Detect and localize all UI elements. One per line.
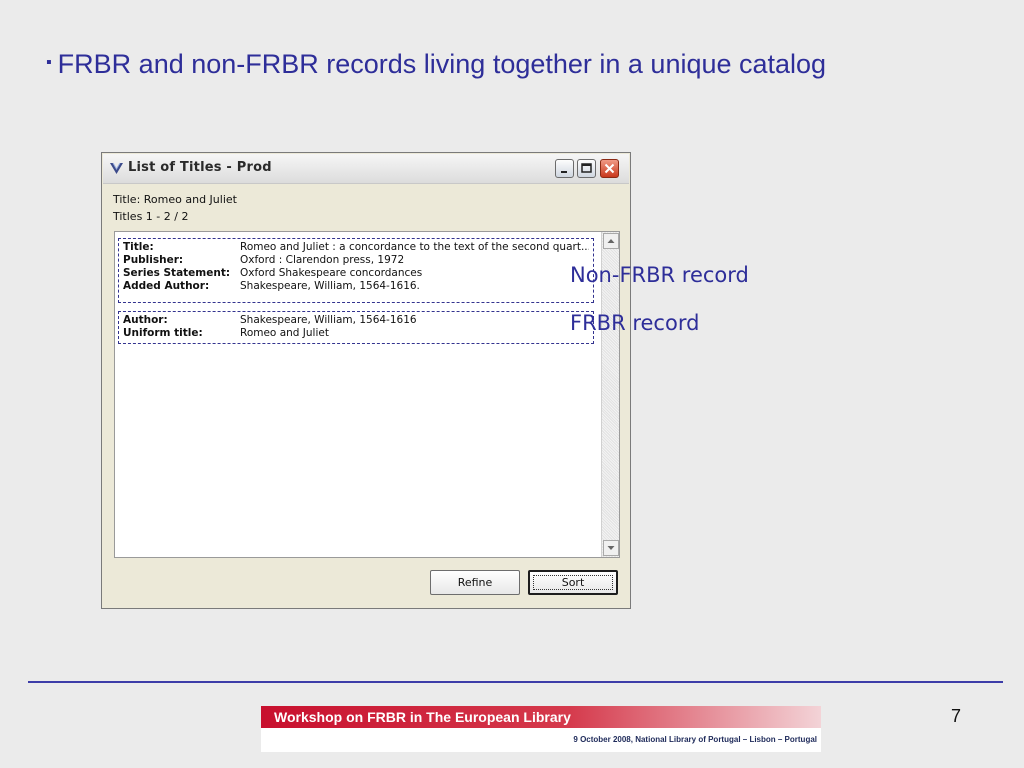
arrow-up-icon [607, 239, 615, 243]
field-value: Romeo and Juliet [240, 327, 329, 339]
frbr-annotation: FRBR record [570, 311, 700, 335]
arrow-down-icon [607, 546, 615, 550]
heading-text: FRBR and non-FRBR records living togethe… [57, 49, 827, 79]
window-titlebar[interactable]: List of Titles - Prod [103, 154, 629, 184]
maximize-icon [581, 163, 592, 173]
record-field-row: Author: Shakespeare, William, 1564-1616 [123, 314, 589, 327]
field-label: Added Author: [123, 280, 210, 292]
record-field-row: Series Statement: Oxford Shakespeare con… [123, 267, 589, 280]
scroll-down-button[interactable] [603, 540, 619, 556]
field-label: Author: [123, 314, 168, 326]
field-value: Romeo and Juliet : a concordance to the … [240, 241, 589, 253]
chevron-shield-icon [109, 161, 124, 176]
close-button[interactable] [600, 159, 619, 178]
focus-outline [533, 575, 613, 590]
minimize-icon [561, 171, 567, 173]
window-title: List of Titles - Prod [128, 160, 272, 175]
record-field-row: Title: Romeo and Juliet : a concordance … [123, 241, 589, 254]
maximize-button[interactable] [577, 159, 596, 178]
list-item[interactable]: Title: Romeo and Juliet : a concordance … [118, 238, 594, 303]
banner-subtitle: 9 October 2008, National Library of Port… [261, 728, 821, 752]
field-value: Oxford Shakespeare concordances [240, 267, 423, 279]
sort-button[interactable]: Sort [528, 570, 618, 595]
non-frbr-annotation: Non-FRBR record [570, 263, 749, 287]
bullet-icon: ▪ [46, 54, 52, 71]
titles-list[interactable]: Title: Romeo and Juliet : a concordance … [114, 231, 620, 558]
slide-heading: ▪ FRBR and non-FRBR records living togeth… [46, 45, 906, 88]
workshop-banner: Workshop on FRBR in The European Library… [261, 706, 821, 752]
title-filter-info: Title: Romeo and Juliet [113, 193, 237, 206]
page-number: 7 [951, 706, 962, 726]
record-field-row: Uniform title: Romeo and Juliet [123, 327, 589, 340]
close-icon [604, 163, 615, 174]
list-item[interactable]: Author: Shakespeare, William, 1564-1616 … [118, 311, 594, 344]
field-value: Shakespeare, William, 1564-1616. [240, 280, 420, 292]
scroll-up-button[interactable] [603, 233, 619, 249]
field-value: Oxford : Clarendon press, 1972 [240, 254, 405, 266]
record-field-row: Publisher: Oxford : Clarendon press, 197… [123, 254, 589, 267]
record-field-row: Added Author: Shakespeare, William, 1564… [123, 280, 589, 293]
field-label: Title: [123, 241, 154, 253]
list-of-titles-window: List of Titles - Prod Title: Romeo and J… [101, 152, 631, 609]
footer-divider [28, 681, 1003, 683]
field-label: Series Statement: [123, 267, 231, 279]
banner-title: Workshop on FRBR in The European Library [261, 706, 821, 728]
field-label: Uniform title: [123, 327, 203, 339]
minimize-button[interactable] [555, 159, 574, 178]
field-value: Shakespeare, William, 1564-1616 [240, 314, 417, 326]
results-count: Titles 1 - 2 / 2 [113, 210, 189, 223]
refine-button[interactable]: Refine [430, 570, 520, 595]
field-label: Publisher: [123, 254, 184, 266]
